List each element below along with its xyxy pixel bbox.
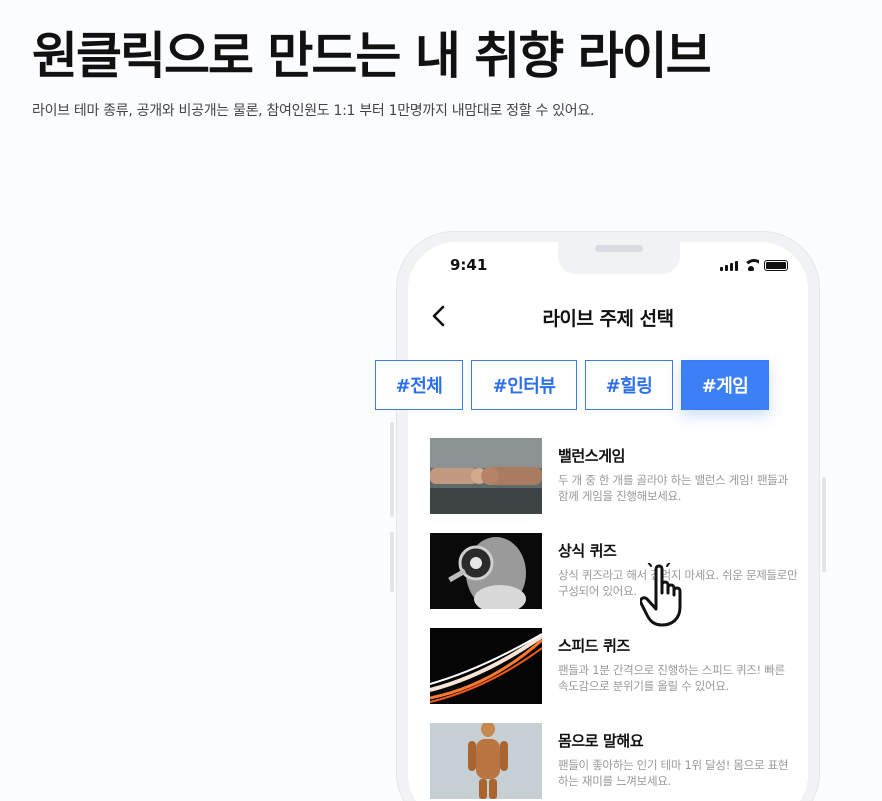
list-item[interactable]: 스피드 퀴즈 팬들과 1분 간격으로 진행하는 스피드 퀴즈! 빠른 속도감으로… [430, 628, 800, 723]
light-trail-thumbnail [430, 628, 542, 704]
category-tags: #전체 #인터뷰 #힐링 #게임 [375, 360, 769, 410]
item-title: 몸으로 말해요 [558, 732, 644, 750]
wifi-icon [743, 259, 759, 271]
tag-game[interactable]: #게임 [681, 360, 769, 410]
tag-healing[interactable]: #힐링 [585, 360, 673, 410]
fist-bump-thumbnail [430, 438, 542, 514]
phone-mockup: 9:41 라이브 주제 선택 밸런스게임 두 개 중 한 개를 골라야 하는 밸… [390, 231, 826, 801]
item-title: 상식 퀴즈 [558, 542, 617, 560]
battery-icon [764, 260, 788, 271]
phone-side-button [390, 457, 394, 517]
phone-side-button [822, 477, 826, 572]
item-title: 밸런스게임 [558, 447, 626, 465]
phone-side-button [390, 532, 394, 592]
hero-title: 원클릭으로 만드는 내 취향 라이브 [32, 27, 712, 85]
item-description: 두 개 중 한 개를 골라야 하는 밸런스 게임! 팬들과 함께 게임을 진행해… [558, 473, 788, 503]
tag-interview[interactable]: #인터뷰 [471, 360, 577, 410]
item-description: 팬들이 좋아하는 인기 테마 1위 달성! 몸으로 표현하는 재미를 느껴보세요… [558, 758, 789, 788]
item-description: 팬들과 1분 간격으로 진행하는 스피드 퀴즈! 빠른 속도감으로 분위기를 올… [558, 663, 785, 693]
item-title: 스피드 퀴즈 [558, 637, 630, 655]
status-icons [720, 259, 788, 271]
list-item[interactable]: 몸으로 말해요 팬들이 좋아하는 인기 테마 1위 달성! 몸으로 표현하는 재… [430, 723, 800, 801]
phone-side-button [390, 422, 394, 462]
phone-screen: 9:41 라이브 주제 선택 밸런스게임 두 개 중 한 개를 골라야 하는 밸… [408, 242, 808, 801]
screen-title: 라이브 주제 선택 [542, 308, 674, 330]
phone-notch [558, 242, 680, 274]
list-item[interactable]: 밸런스게임 두 개 중 한 개를 골라야 하는 밸런스 게임! 팬들과 함께 게… [430, 438, 800, 533]
speaker-grille [595, 245, 643, 252]
hero-subtitle: 라이브 테마 종류, 공개와 비공개는 물론, 참여인원도 1:1 부터 1만명… [32, 103, 595, 119]
tag-all[interactable]: #전체 [375, 360, 463, 410]
signal-icon [720, 261, 738, 271]
magnifier-portrait-thumbnail [430, 533, 542, 609]
list-item[interactable]: 상식 퀴즈 상식 퀴즈라고 해서 겁먹지 마세요. 쉬운 문제들로만 구성되어 … [430, 533, 800, 628]
wooden-mannequin-thumbnail [430, 723, 542, 799]
pointer-hand-icon [640, 563, 682, 627]
topic-list: 밸런스게임 두 개 중 한 개를 골라야 하는 밸런스 게임! 팬들과 함께 게… [430, 438, 800, 801]
status-time: 9:41 [450, 256, 488, 274]
